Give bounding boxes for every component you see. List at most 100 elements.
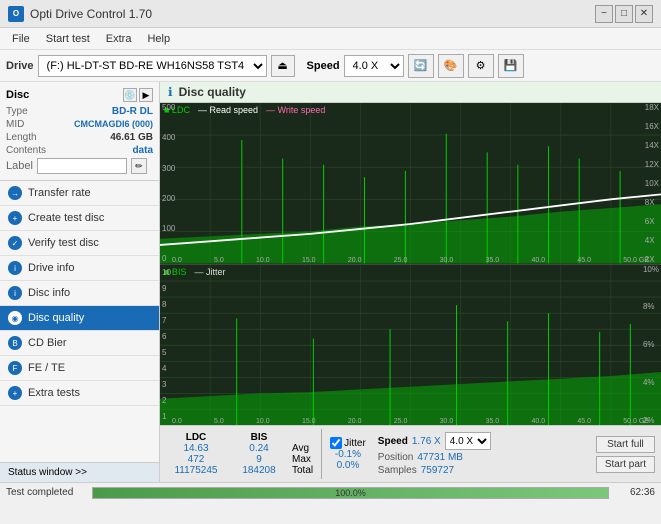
disc-panel: Disc 💿 ▶ Type BD-R DL MID CMCMAGDI6 (000…	[0, 82, 159, 181]
menu-start-test[interactable]: Start test	[38, 31, 98, 47]
minimize-button[interactable]: −	[595, 5, 613, 23]
chart2-y-right-labels: 10% 8% 6% 4% 2%	[643, 265, 659, 426]
bis-total: 184208	[242, 465, 275, 476]
sidebar-item-create-test-disc[interactable]: + Create test disc	[0, 206, 159, 231]
color-button[interactable]: 🎨	[438, 54, 464, 78]
speed-label: Speed	[378, 436, 408, 447]
read-speed-legend-item: — Read speed	[198, 105, 258, 115]
sidebar-item-fe-te[interactable]: F FE / TE	[0, 356, 159, 381]
eject-button[interactable]: ⏏	[271, 55, 295, 77]
bis-header: BIS	[251, 432, 268, 443]
ldc-header: LDC	[186, 432, 207, 443]
disc-contents-label: Contents	[6, 145, 46, 156]
disc-info-icon: i	[8, 286, 22, 300]
position-label: Position	[378, 452, 414, 463]
speed-info: Speed 1.76 X 4.0 X 1.0 X 2.0 X Position …	[378, 432, 491, 476]
y-right-10x: 10X	[645, 179, 659, 188]
bis-avg: 0.24	[249, 443, 268, 454]
chart2-y-labels: 10 9 8 7 6 5 4 3 2 1	[162, 265, 171, 426]
drive-select[interactable]: (F:) HL-DT-ST BD-RE WH16NS58 TST4	[38, 55, 267, 77]
menu-extra[interactable]: Extra	[98, 31, 140, 47]
disc-panel-title: Disc	[6, 89, 29, 101]
title-bar-left: O Opti Drive Control 1.70	[8, 6, 152, 22]
menu-bar: File Start test Extra Help	[0, 28, 661, 50]
jitter-section: Jitter -0.1% 0.0%	[330, 437, 366, 471]
row-labels: Avg Max Total	[292, 432, 313, 476]
disc-mid-label: MID	[6, 119, 24, 130]
y-right-8x: 8X	[645, 198, 659, 207]
sidebar-item-disc-info[interactable]: i Disc info	[0, 281, 159, 306]
jitter-max: 0.0%	[337, 460, 360, 471]
sidebar-item-verify-test-disc-label: Verify test disc	[28, 237, 99, 249]
disc-label-edit-btn[interactable]: ✏	[131, 158, 147, 174]
create-test-disc-icon: +	[8, 211, 22, 225]
chart1-y-labels: 500 400 300 200 100 0	[162, 103, 175, 264]
disc-type-row: Type BD-R DL	[6, 106, 153, 117]
refresh-button[interactable]: 🔄	[408, 54, 434, 78]
disc-mid-value: CMCMAGDI6 (000)	[74, 119, 153, 130]
main-layout: Disc 💿 ▶ Type BD-R DL MID CMCMAGDI6 (000…	[0, 82, 661, 482]
sidebar-item-disc-info-label: Disc info	[28, 287, 70, 299]
stats-divider	[321, 429, 322, 479]
disc-quality-title: Disc quality	[179, 85, 246, 99]
drive-label: Drive	[6, 60, 34, 72]
disc-mid-row: MID CMCMAGDI6 (000)	[6, 119, 153, 130]
sidebar-item-transfer-rate-label: Transfer rate	[28, 187, 91, 199]
chart2-x-labels: 0.0 5.0 10.0 15.0 20.0 25.0 30.0 35.0 40…	[172, 418, 649, 425]
transfer-rate-icon: →	[8, 186, 22, 200]
sidebar-item-verify-test-disc[interactable]: ✓ Verify test disc	[0, 231, 159, 256]
speed-value: 1.76 X	[412, 436, 441, 447]
menu-file[interactable]: File	[4, 31, 38, 47]
y-label-500: 500	[162, 103, 175, 112]
jitter-checkbox[interactable]	[330, 437, 342, 449]
progress-time: 62:36	[615, 487, 655, 498]
disc-length-row: Length 46.61 GB	[6, 132, 153, 143]
disc-header: Disc 💿 ▶	[6, 88, 153, 102]
sidebar-item-create-test-disc-label: Create test disc	[28, 212, 104, 224]
app-title: Opti Drive Control 1.70	[30, 7, 152, 21]
speed-full-select[interactable]: 4.0 X 1.0 X 2.0 X	[445, 432, 491, 450]
samples-value: 759727	[421, 465, 454, 476]
sidebar-item-disc-quality[interactable]: ◉ Disc quality	[0, 306, 159, 331]
save-button[interactable]: 💾	[498, 54, 524, 78]
jitter-legend-item: — Jitter	[194, 267, 225, 277]
chart1-x-labels: 0.0 5.0 10.0 15.0 20.0 25.0 30.0 35.0 40…	[172, 257, 649, 264]
jitter-label: Jitter	[344, 438, 366, 449]
disc-quality-icon: ◉	[8, 311, 22, 325]
y-right-14x: 14X	[645, 141, 659, 150]
sidebar-item-extra-tests[interactable]: + Extra tests	[0, 381, 159, 406]
fe-te-icon: F	[8, 361, 22, 375]
sidebar: Disc 💿 ▶ Type BD-R DL MID CMCMAGDI6 (000…	[0, 82, 160, 482]
bis-stats: BIS 0.24 9 184208	[234, 432, 284, 476]
jitter-check-row: Jitter	[330, 437, 366, 449]
disc-icon-btn[interactable]: 💿	[123, 88, 137, 102]
chart2-svg	[160, 265, 661, 426]
maximize-button[interactable]: □	[615, 5, 633, 23]
disc-quality-header-icon: ℹ	[168, 85, 173, 99]
sidebar-item-drive-info-label: Drive info	[28, 262, 74, 274]
sidebar-item-fe-te-label: FE / TE	[28, 362, 65, 374]
disc-contents-row: Contents data	[6, 145, 153, 156]
chart1-y-right-labels: 18X 16X 14X 12X 10X 8X 6X 4X 2X	[645, 103, 659, 264]
sidebar-item-drive-info[interactable]: i Drive info	[0, 256, 159, 281]
disc-label-input[interactable]	[37, 158, 127, 174]
settings-button[interactable]: ⚙	[468, 54, 494, 78]
position-value: 47731 MB	[417, 452, 463, 463]
chart2: ■ BIS — Jitter 10 9 8 7 6 5 4 3 2 1	[160, 265, 661, 426]
content-area: ℹ Disc quality	[160, 82, 661, 482]
ldc-max: 472	[188, 454, 205, 465]
disc-contents-value: data	[132, 145, 153, 156]
ldc-total: 11175245	[174, 465, 217, 476]
sidebar-item-cd-bier[interactable]: B CD Bier	[0, 331, 159, 356]
close-button[interactable]: ✕	[635, 5, 653, 23]
y-right-12x: 12X	[645, 160, 659, 169]
start-part-button[interactable]: Start part	[596, 456, 655, 473]
status-window-button[interactable]: Status window >>	[0, 462, 159, 482]
y-right-16x: 16X	[645, 122, 659, 131]
disc-refresh-btn[interactable]: ▶	[139, 88, 153, 102]
menu-help[interactable]: Help	[139, 31, 178, 47]
sidebar-item-transfer-rate[interactable]: → Transfer rate	[0, 181, 159, 206]
progress-bar-container: 100.0%	[92, 487, 609, 499]
start-full-button[interactable]: Start full	[596, 436, 655, 453]
speed-select[interactable]: 4.0 X 1.0 X 2.0 X 6.0 X 8.0 X	[344, 55, 404, 77]
